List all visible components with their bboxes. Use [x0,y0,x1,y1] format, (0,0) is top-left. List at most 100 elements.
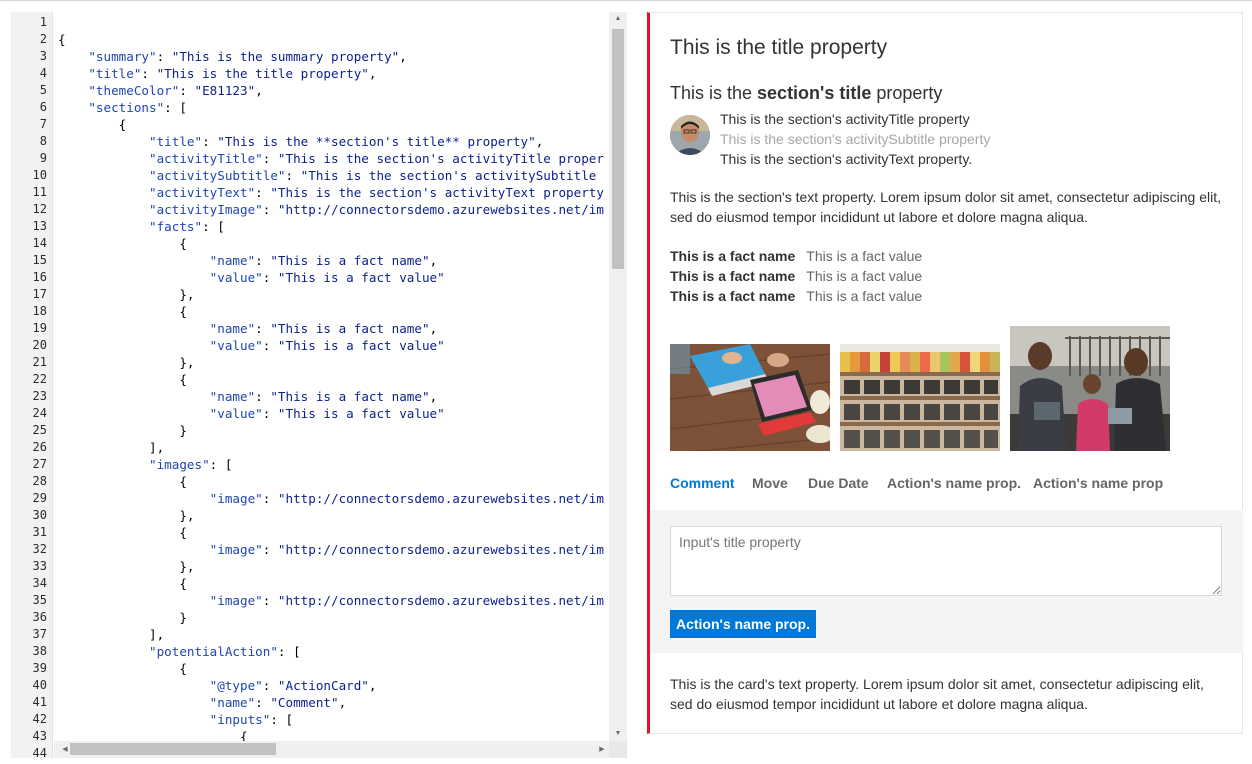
code-line[interactable]: "facts": [ [58,218,225,235]
json-punctuation: : [262,151,278,166]
code-line[interactable]: { [58,303,187,320]
scroll-up-arrow-icon[interactable]: ▲ [609,12,627,26]
code-line[interactable]: { [58,575,187,592]
code-line[interactable]: "@type": "ActionCard", [58,677,377,694]
code-line[interactable]: "name": "This is a fact name", [58,320,438,337]
code-line[interactable]: { [58,728,248,741]
action-name-prop-1[interactable]: Action's name prop. [887,475,1021,491]
code-line[interactable]: "activitySubtitle": "This is the section… [58,167,596,184]
code-line[interactable]: }, [58,286,194,303]
line-number: 12 [32,202,47,216]
json-punctuation [58,695,210,710]
code-line[interactable]: { [58,660,187,677]
code-line[interactable]: }, [58,558,194,575]
horizontal-scrollbar[interactable]: ◀ ▶ [54,741,609,758]
submit-action-button[interactable]: Action's name prop. [670,610,816,638]
json-punctuation: } [58,610,187,625]
fact-name: This is a fact name [670,248,796,264]
section-image-family[interactable] [1010,326,1170,451]
action-comment[interactable]: Comment [670,475,735,491]
code-line[interactable]: "image": "http://connectorsdemo.azureweb… [58,490,604,507]
code-line[interactable]: "activityTitle": "This is the section's … [58,150,604,167]
line-number: 33 [32,559,47,573]
code-line[interactable]: "summary": "This is the summary property… [58,48,406,65]
code-line[interactable]: "activityText": "This is the section's a… [58,184,604,201]
line-number: 11 [32,185,47,199]
json-string: "ActionCard" [277,678,369,693]
action-move[interactable]: Move [752,475,788,491]
json-key: "activityImage" [149,202,263,217]
json-punctuation: ], [58,440,165,455]
line-number: 5 [39,83,47,97]
json-key: "activityTitle" [149,151,263,166]
action-card-panel: Action's name prop. [650,510,1243,653]
section-image-laptop-table[interactable] [670,344,830,451]
json-punctuation: , [255,83,263,98]
json-string: "E81123" [194,83,256,98]
line-number: 28 [32,474,47,488]
code-line[interactable]: "name": "This is a fact name", [58,252,438,269]
code-line[interactable]: { [58,524,187,541]
code-line[interactable]: "images": [ [58,456,232,473]
code-line[interactable]: { [58,235,187,252]
code-line[interactable]: "title": "This is the title property", [58,65,376,82]
json-punctuation [58,270,210,285]
json-punctuation: , [429,321,438,336]
scroll-down-arrow-icon[interactable]: ▼ [609,727,627,741]
code-line[interactable]: ], [58,439,164,456]
code-area[interactable]: { "summary": "This is the summary proper… [54,12,609,741]
json-punctuation: , [429,389,438,404]
json-punctuation: }, [58,355,195,370]
vertical-scrollbar[interactable]: ▲ ▼ [609,12,627,741]
json-punctuation [58,542,210,557]
code-line[interactable]: "value": "This is a fact value" [58,269,445,286]
code-line[interactable]: "image": "http://connectorsdemo.azureweb… [58,541,604,558]
message-card-preview: This is the title property This is the s… [647,12,1243,734]
json-punctuation: { [58,576,187,591]
code-line[interactable]: { [58,31,66,48]
code-line[interactable]: "title": "This is the **section's title*… [58,133,543,150]
json-punctuation: : [255,253,271,268]
code-line[interactable]: "image": "http://connectorsdemo.azureweb… [58,592,604,609]
comment-input[interactable] [670,526,1222,596]
code-line[interactable]: }, [58,354,194,371]
line-number: 43 [32,729,47,743]
facts-list: This is a fact name This is a fact value… [670,246,922,306]
action-due-date[interactable]: Due Date [808,475,869,491]
json-key: "image" [209,542,263,557]
line-number: 23 [32,389,47,403]
line-number: 10 [32,168,47,182]
code-line[interactable]: "name": "Comment", [58,694,347,711]
code-line[interactable]: "activityImage": "http://connectorsdemo.… [58,201,604,218]
vertical-scroll-thumb[interactable] [612,29,624,269]
code-line[interactable]: { [58,473,187,490]
code-line[interactable]: "sections": [ [58,99,187,116]
section-text: This is the section's text property. Lor… [670,189,1221,225]
json-punctuation: : [202,134,218,149]
json-string: "This is the section's activitySubtitle [300,168,597,183]
section-image-shelves[interactable] [840,344,1000,451]
line-number: 42 [32,712,47,726]
code-line[interactable]: "value": "This is a fact value" [58,337,445,354]
horizontal-scroll-thumb[interactable] [70,743,276,755]
code-line[interactable]: "inputs": [ [58,711,293,728]
scroll-right-arrow-icon[interactable]: ▶ [595,741,609,758]
code-line[interactable]: "name": "This is a fact name", [58,388,438,405]
line-number-gutter: 1 2 3 4 5 6 7 8 9 10 11 12 13 14 15 16 17 18 19 20 21 22 23 24 2… [11,12,53,758]
code-line[interactable]: "value": "This is a fact value" [58,405,445,422]
code-line[interactable]: "potentialAction": [ [58,643,301,660]
code-line[interactable]: { [58,371,187,388]
code-line[interactable]: } [58,422,187,439]
line-number: 8 [39,134,47,148]
code-line[interactable]: { [58,116,127,133]
fact-value: This is a fact value [806,248,923,264]
action-name-prop-2[interactable]: Action's name prop [1033,475,1163,491]
json-key: "@type" [209,678,263,693]
code-line[interactable]: }, [58,507,194,524]
code-line[interactable]: ], [58,626,164,643]
line-number: 37 [32,627,47,641]
code-line[interactable]: "themeColor": "E81123", [58,82,263,99]
code-line[interactable]: } [58,609,187,626]
json-punctuation: , [368,678,377,693]
json-editor[interactable]: 1 2 3 4 5 6 7 8 9 10 11 12 13 14 15 16 17 18 19 20 21 22 23 24 2… [11,12,627,758]
